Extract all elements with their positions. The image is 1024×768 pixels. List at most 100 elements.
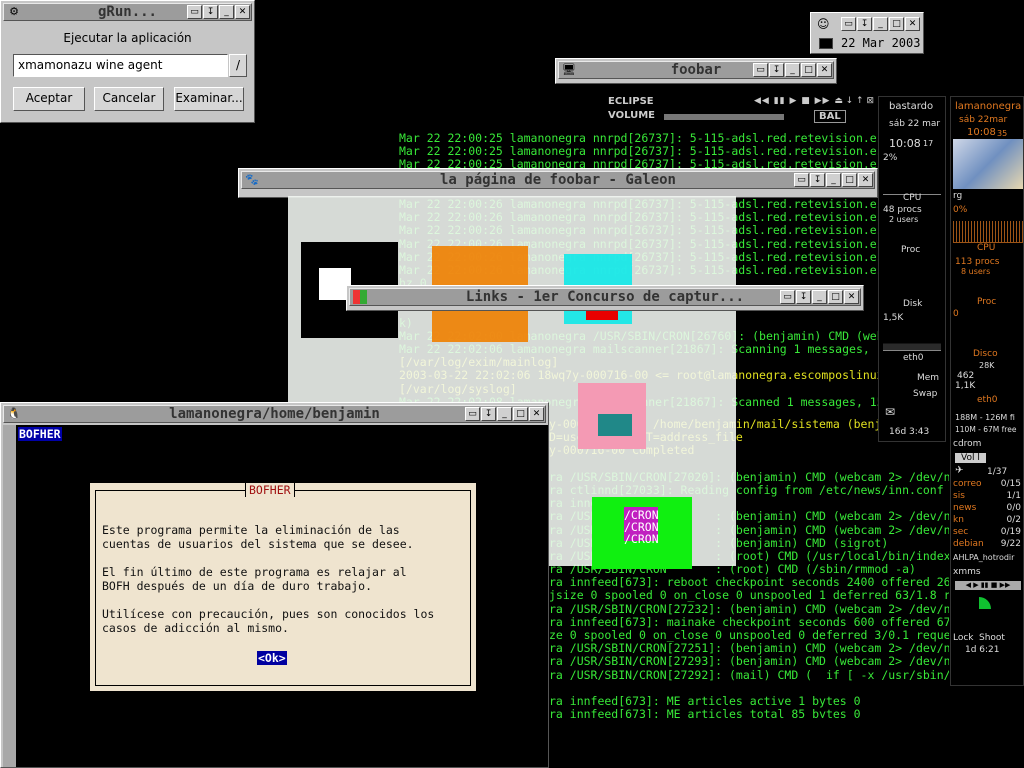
shade-button[interactable]: ▭	[753, 63, 768, 77]
ok-button[interactable]: <Ok>	[257, 651, 287, 665]
mailbox-row[interactable]: correo 0/15	[951, 479, 1023, 491]
foobar-titlebar[interactable]: 🖥 foobar ▭ ↧ _ □ ✕	[558, 61, 834, 79]
close-button[interactable]: ✕	[235, 5, 250, 19]
player-window-buttons[interactable]: ↓ ↑ ⊠	[846, 96, 874, 106]
cdrom-label[interactable]: cdrom	[953, 439, 981, 449]
stick-button[interactable]: ↧	[203, 5, 218, 19]
mailbox-name: debian	[953, 539, 984, 549]
dialog-title: BOFHER	[245, 483, 295, 497]
mailbox-row[interactable]: news 0/0	[951, 503, 1023, 515]
close-button[interactable]: ✕	[529, 407, 544, 421]
cpu-percent: 2%	[883, 153, 898, 163]
mailbox-name: correo	[953, 479, 982, 489]
grun-dropdown-button[interactable]: /	[229, 54, 247, 77]
net-graph	[883, 329, 941, 351]
player-controls[interactable]: ◀◀ ▮▮ ▶ ■ ▶▶ ⏏	[754, 96, 844, 106]
galeon-window: 🐾 la página de foobar - Galeon ▭ ↧ _ □ ✕	[238, 168, 878, 198]
disco-label: Disco	[973, 349, 998, 359]
clock-titlebar[interactable]: ☺ ▭ ↧ _ □ ✕	[813, 15, 921, 35]
minimize-button[interactable]: _	[497, 407, 512, 421]
maximize-button[interactable]: □	[801, 63, 816, 77]
minimize-button[interactable]: _	[812, 290, 827, 304]
host-name: lamanonegra	[955, 101, 1022, 112]
net-rx: 462	[957, 371, 975, 381]
close-button[interactable]: ✕	[905, 17, 920, 31]
grun-browse-button[interactable]: Examinar...	[174, 87, 244, 111]
mailbox-row[interactable]: sec 0/19	[951, 527, 1023, 539]
mail-envelope-icon: ✉	[885, 405, 896, 419]
mailbox-row[interactable]: kn 0/2	[951, 515, 1023, 527]
lock-button[interactable]: Lock	[953, 633, 974, 643]
dialog-line: Utilícese con precaución, pues son conoc…	[102, 607, 435, 621]
minimize-button[interactable]: _	[873, 17, 888, 31]
cron-labels: /CRON/CRON/CRON	[624, 509, 658, 545]
close-button[interactable]: ✕	[858, 173, 873, 187]
minimize-button[interactable]: _	[826, 173, 841, 187]
shade-button[interactable]: ▭	[187, 5, 202, 19]
terminal-titlebar[interactable]: 🐧 lamanonegra/home/benjamin ▭ ↧ _ □ ✕	[3, 405, 546, 423]
mailbox-name: news	[953, 503, 977, 513]
log-line: ra /USR/SBIN/CRON[27232]: (benjamin) CMD…	[549, 601, 949, 616]
grun-accept-button[interactable]: Aceptar	[13, 87, 85, 111]
volume-label[interactable]: Vol l	[955, 453, 986, 463]
grun-window: ⚙ gRun... ▭ ↧ _ ✕ Ejecutar la aplicación xm…	[0, 0, 255, 123]
volume-slider[interactable]	[664, 114, 784, 120]
maximize-button[interactable]: □	[513, 407, 528, 421]
stick-button[interactable]: ↧	[769, 63, 784, 77]
player-name: ECLIPSE	[608, 96, 654, 107]
shade-button[interactable]: ▭	[794, 173, 809, 187]
links-titlebar[interactable]: Links - 1er Concurso de captur... ▭ ↧ _ □ ✕	[349, 288, 861, 306]
terminal-title: lamanonegra/home/benjamin	[169, 406, 380, 422]
rg-label: rg	[953, 191, 963, 201]
procs-count: 113 procs	[955, 257, 1000, 267]
cron-label: /CRON	[624, 532, 658, 545]
shoot-button[interactable]: Shoot	[979, 633, 1005, 643]
balance-label: BAL	[814, 110, 846, 123]
eth-label: eth0	[977, 395, 998, 405]
mailbox-count: 0/19	[1000, 527, 1021, 537]
clock-window: ☺ ▭ ↧ _ □ ✕ 22 Mar 2003	[810, 12, 924, 54]
system-monitor-lamanonegra: lamanonegra sáb 22mar 10:08 35 rg 0% CPU…	[950, 96, 1024, 686]
media-player: ECLIPSE VOLUME BAL ◀◀ ▮▮ ▶ ■ ▶▶ ⏏ ↓ ↑ ⊠	[604, 95, 878, 125]
mailbox-row[interactable]: debian 9/22	[951, 539, 1023, 551]
grun-command-input[interactable]: xmamonazu wine agent	[13, 54, 228, 77]
net-tx: 1,1K	[955, 381, 976, 391]
mailbox-count: 1/1	[1006, 491, 1021, 501]
close-button[interactable]: ✕	[817, 63, 832, 77]
shade-button[interactable]: ▭	[780, 290, 795, 304]
stick-button[interactable]: ↧	[481, 407, 496, 421]
minimize-button[interactable]: _	[219, 5, 234, 19]
mem-label: Mem	[917, 373, 940, 383]
date-label: sáb 22mar	[959, 115, 1008, 125]
maximize-button[interactable]: □	[842, 173, 857, 187]
mailbox-count: 9/22	[1000, 539, 1021, 549]
mailbox-list: correo 0/15 sis 1/1 news 0/0 kn 0/2 sec 0/19 debia…	[951, 479, 1023, 551]
time-seconds: 17	[923, 139, 934, 148]
galeon-titlebar[interactable]: 🐾 la página de foobar - Galeon ▭ ↧ _ □ ✕	[241, 171, 875, 189]
time-seconds: 35	[997, 129, 1008, 138]
mailbox-count: 0/2	[1006, 515, 1021, 525]
stick-button[interactable]: ↧	[810, 173, 825, 187]
maximize-button[interactable]: □	[889, 17, 904, 31]
xmms-controls[interactable]: ◀ ▶ ▮▮ ■ ▶▶	[955, 581, 1021, 590]
stick-button[interactable]: ↧	[796, 290, 811, 304]
calendar-icon	[819, 38, 833, 49]
mailbox-count: 0/0	[1006, 503, 1021, 513]
date-label: sáb 22 mar	[889, 119, 941, 129]
log-line: ra /USR/SBIN/CRON[27293]: (benjamin) CMD…	[549, 654, 949, 669]
log-line: ra innfeed[673]: ME articles total 85 by…	[549, 707, 861, 718]
minimize-button[interactable]: _	[785, 63, 800, 77]
mailbox-row[interactable]: sis 1/1	[951, 491, 1023, 503]
shade-button[interactable]: ▭	[841, 17, 856, 31]
stick-button[interactable]: ↧	[857, 17, 872, 31]
close-button[interactable]: ✕	[844, 290, 859, 304]
grun-cancel-button[interactable]: Cancelar	[94, 87, 164, 111]
dialog-line: cuentas de usuarios del sistema que se d…	[102, 537, 414, 551]
time-label: 10:08	[889, 137, 921, 150]
cpu-percent: 0%	[953, 205, 968, 215]
maximize-button[interactable]: □	[828, 290, 843, 304]
mail-icon: ✈	[955, 465, 964, 476]
galeon-title: la página de foobar - Galeon	[439, 172, 676, 188]
grun-titlebar[interactable]: ⚙ gRun... ▭ ↧ _ ✕	[3, 3, 252, 21]
shade-button[interactable]: ▭	[465, 407, 480, 421]
